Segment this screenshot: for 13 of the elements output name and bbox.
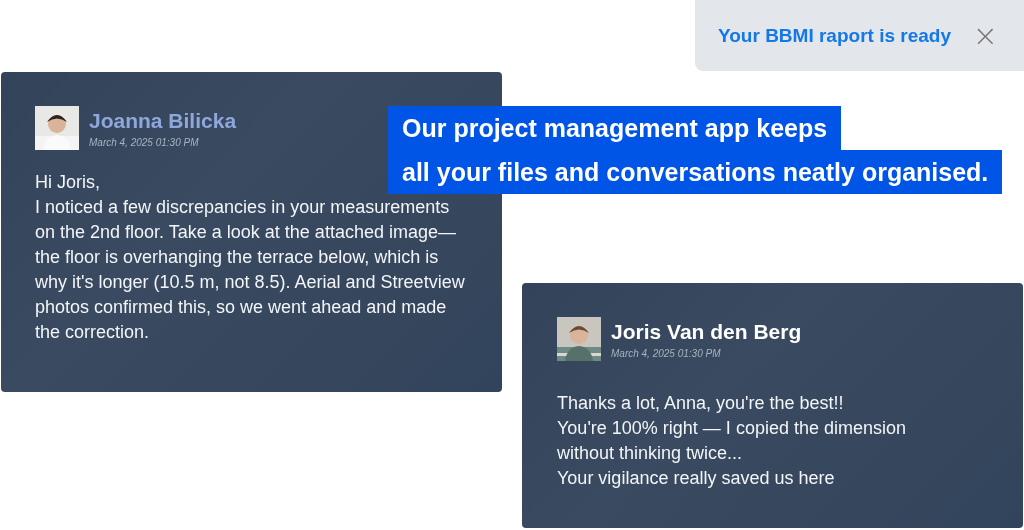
author-name: Joanna Bilicka: [89, 108, 237, 133]
headline-text: all your files and conversations neatly organised.: [388, 150, 1003, 194]
message-time: March 4, 2025 01:30 PM: [611, 347, 722, 359]
notification-text: Your BBMI raport is ready: [718, 24, 951, 47]
message-text: Hi Joris,: [35, 171, 100, 194]
headline-text: Our project management app keeps: [388, 106, 842, 150]
message-text: Thanks a lot, Anna, you're the best!!: [557, 392, 844, 415]
close-button[interactable]: ×: [968, 20, 1002, 51]
message-text: Your vigilance really saved us here: [557, 467, 835, 490]
message-text: I noticed a few discrepancies in your measurements on the 2nd floor. Take a look at the attached image—the floor is overhanging the terrace below, which is why it's longer (10.5 m, not 8.5). Aerial and Streetview photos confirmed this, so we went ahead and made the correction.: [35, 196, 466, 344]
author-name: Joris Van den Berg: [611, 319, 802, 344]
message-text: You're 100% right — I copied the dimension without thinking twice...: [557, 417, 907, 465]
message-time: March 4, 2025 01:30 PM: [89, 136, 200, 148]
